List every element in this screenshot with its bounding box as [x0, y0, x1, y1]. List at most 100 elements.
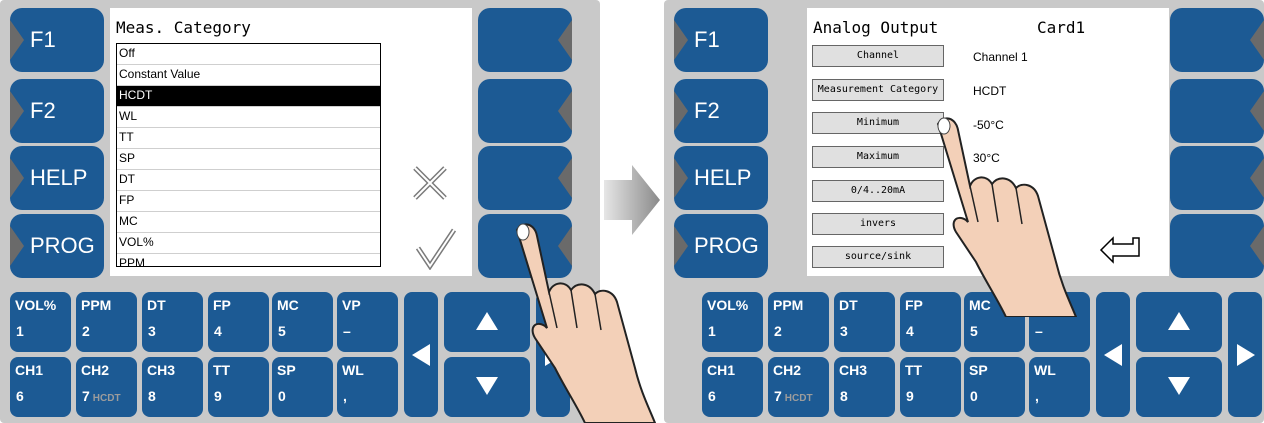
list-item[interactable]: TT: [117, 128, 380, 149]
key-digit: 2: [774, 323, 782, 339]
device-panel-left: F1 F2 HELP PROG Meas. Category Off Const…: [0, 0, 657, 423]
notch-icon: [1250, 91, 1264, 131]
key-digit: 6: [708, 388, 716, 404]
key-sp-0[interactable]: SP 0: [272, 357, 333, 417]
down-arrow-key[interactable]: [1136, 357, 1222, 417]
key-fp-4[interactable]: FP 4: [208, 292, 269, 352]
channel-value: Channel 1: [973, 50, 1028, 64]
list-item[interactable]: SP: [117, 149, 380, 170]
softkey-3[interactable]: [1170, 146, 1264, 210]
key-digit: 8: [840, 388, 848, 404]
list-item[interactable]: PPM: [117, 254, 380, 274]
key-vol-1[interactable]: VOL% 1: [702, 292, 763, 352]
key-vp-minus[interactable]: VP –: [337, 292, 398, 352]
key-ch2-7[interactable]: CH2 7 HCDT: [768, 357, 829, 417]
arrow-down-icon: [476, 377, 498, 395]
screen-title: Meas. Category: [116, 18, 251, 37]
key-digit: 9: [906, 388, 914, 404]
key-dt-3[interactable]: DT 3: [142, 292, 203, 352]
key-digit: 4: [214, 323, 222, 339]
key-tt-9[interactable]: TT 9: [900, 357, 961, 417]
key-digit: 0: [970, 388, 978, 404]
f2-key-label: F2: [30, 98, 56, 123]
key-ppm-2[interactable]: PPM 2: [768, 292, 829, 352]
current-range-button[interactable]: 0/4..20mA: [812, 180, 944, 202]
list-item[interactable]: DT: [117, 170, 380, 191]
list-item[interactable]: VOL%: [117, 233, 380, 254]
list-item[interactable]: Off: [117, 44, 380, 65]
list-item[interactable]: FP: [117, 191, 380, 212]
f1-key-label: F1: [30, 27, 56, 52]
minimum-button[interactable]: Minimum: [812, 112, 944, 134]
left-arrow-key[interactable]: [404, 292, 438, 417]
key-digit: –: [1035, 323, 1043, 339]
key-label: VOL%: [15, 297, 57, 313]
f2-key[interactable]: F2: [674, 79, 768, 143]
key-sublabel: HCDT: [784, 393, 813, 404]
softkey-2[interactable]: [478, 79, 572, 143]
help-key-label: HELP: [694, 165, 752, 190]
key-label: TT: [213, 362, 231, 378]
maximum-button[interactable]: Maximum: [812, 146, 944, 168]
list-item[interactable]: Constant Value: [117, 65, 380, 86]
notch-icon: [10, 158, 24, 198]
help-key[interactable]: HELP: [674, 146, 768, 210]
softkey-1[interactable]: [478, 8, 572, 72]
key-digit: ,: [343, 388, 347, 404]
notch-icon: [558, 158, 572, 198]
right-arrow-key[interactable]: [1228, 292, 1262, 417]
key-ch1-6[interactable]: CH1 6: [702, 357, 763, 417]
key-mc-5[interactable]: MC 5: [272, 292, 333, 352]
prog-key[interactable]: PROG: [10, 214, 104, 278]
key-label: FP: [905, 297, 923, 313]
pointing-hand-icon: [936, 117, 1078, 317]
softkey-1[interactable]: [1170, 8, 1264, 72]
key-label: CH3: [147, 362, 176, 378]
key-ppm-2[interactable]: PPM 2: [76, 292, 137, 352]
softkey-2[interactable]: [1170, 79, 1264, 143]
help-key[interactable]: HELP: [10, 146, 104, 210]
notch-icon: [674, 226, 688, 266]
f1-key[interactable]: F1: [10, 8, 104, 72]
f1-key[interactable]: F1: [674, 8, 768, 72]
key-label: VP: [342, 297, 361, 313]
key-wl-comma[interactable]: WL,: [337, 357, 398, 417]
arrow-left-icon: [412, 344, 430, 366]
f2-key[interactable]: F2: [10, 79, 104, 143]
channel-button[interactable]: Channel: [812, 45, 944, 67]
source-sink-button[interactable]: source/sink: [812, 246, 944, 268]
notch-icon: [1250, 158, 1264, 198]
list-item-selected[interactable]: HCDT: [117, 86, 380, 107]
key-tt-9[interactable]: TT 9: [208, 357, 269, 417]
softkey-4[interactable]: [1170, 214, 1264, 278]
key-wl-comma[interactable]: WL,: [1029, 357, 1090, 417]
softkey-3[interactable]: [478, 146, 572, 210]
key-digit: ,: [1035, 388, 1039, 404]
key-ch3-8[interactable]: CH3 8: [142, 357, 203, 417]
list-item[interactable]: MC: [117, 212, 380, 233]
key-ch2-7[interactable]: CH2 7 HCDT: [76, 357, 137, 417]
notch-icon: [10, 226, 24, 266]
up-arrow-key[interactable]: [1136, 292, 1222, 352]
key-digit: 5: [970, 323, 978, 339]
notch-icon: [10, 91, 24, 131]
measurement-category-button[interactable]: Measurement Category: [812, 79, 944, 101]
key-vol-1[interactable]: VOL% 1: [10, 292, 71, 352]
key-label: MC: [277, 297, 299, 313]
key-sp-0[interactable]: SP 0: [964, 357, 1025, 417]
notch-icon: [558, 20, 572, 60]
key-ch3-8[interactable]: CH3 8: [834, 357, 895, 417]
key-ch1-6[interactable]: CH1 6: [10, 357, 71, 417]
notch-icon: [10, 20, 24, 60]
notch-icon: [1250, 226, 1264, 266]
key-digit: 8: [148, 388, 156, 404]
notch-icon: [1250, 20, 1264, 60]
invers-button[interactable]: invers: [812, 213, 944, 235]
cross-icon: [413, 166, 447, 200]
key-label: DT: [147, 297, 166, 313]
notch-icon: [674, 158, 688, 198]
list-item[interactable]: WL: [117, 107, 380, 128]
prog-key[interactable]: PROG: [674, 214, 768, 278]
key-dt-3[interactable]: DT 3: [834, 292, 895, 352]
notch-icon: [674, 91, 688, 131]
